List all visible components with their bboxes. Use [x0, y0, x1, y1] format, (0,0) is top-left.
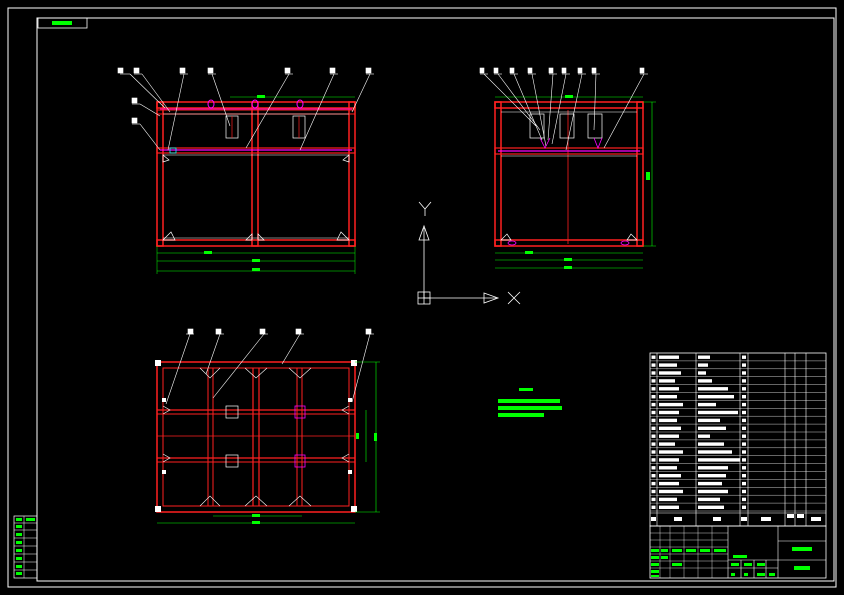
bom-cell-text: [659, 466, 677, 470]
bom-cell-text: [659, 371, 681, 375]
bom-cell-text: [698, 450, 732, 454]
bom-cell-text: [698, 410, 738, 415]
bom-cell-text: [659, 418, 677, 423]
bom-cell-text: [659, 505, 679, 509]
bom-cell-text: [698, 387, 728, 391]
bom-cell-text: [742, 489, 746, 494]
bom-cell-text: [651, 395, 656, 399]
bom-cell-text: [659, 474, 681, 478]
bom-cell-text: [698, 395, 734, 399]
bom-cell-text: [698, 458, 740, 462]
bom-cell-text: [651, 458, 656, 462]
bom-cell-text: [651, 418, 656, 423]
bom-cell-text: [742, 418, 746, 423]
bom-cell-text: [659, 450, 683, 454]
bom-cell-text: [698, 402, 716, 407]
bom-cell-text: [651, 497, 656, 502]
bom-cell-text: [742, 395, 746, 399]
bom-cell-text: [698, 466, 728, 470]
bom-cell-text: [698, 379, 712, 383]
bom-cell-text: [651, 355, 656, 359]
bom-cell-text: [742, 458, 746, 462]
cad-drawing-canvas[interactable]: Y X: [0, 0, 844, 595]
bom-cell-text: [698, 355, 710, 359]
bom-cell-text: [698, 497, 720, 502]
bom-cell-text: [651, 450, 656, 454]
bom-cell-text: [659, 426, 681, 430]
corner-tag: [37, 17, 88, 29]
side-view: [479, 67, 656, 269]
bom-cell-text: [651, 387, 656, 391]
bom-cell-text: [651, 442, 656, 446]
bom-cell-text: [651, 410, 656, 415]
bom-cell-text: [742, 402, 746, 407]
bom-cell-text: [742, 363, 746, 367]
bom-cell-text: [659, 410, 679, 415]
bom-cell-text: [698, 418, 720, 423]
bom-cell-text: [742, 387, 746, 391]
plan-view: [155, 328, 380, 524]
bom-cell-text: [651, 481, 656, 486]
axis-x-label: X: [0, 0, 4, 2]
bom-cell-text: [659, 497, 677, 502]
bom-cell-text: [742, 505, 746, 509]
bom-cell-text: [742, 371, 746, 375]
bom-cell-text: [742, 442, 746, 446]
bom-cell-text: [651, 402, 656, 407]
bom-cell-text: [651, 371, 656, 375]
bom-cell-text: [659, 481, 679, 486]
bom-cell-text: [659, 355, 679, 359]
bom-cell-text: [659, 387, 679, 391]
bom-cell-text: [659, 395, 677, 399]
bom-cell-text: [698, 426, 726, 430]
bom-cell-text: [742, 450, 746, 454]
bom-cell-text: [651, 363, 656, 367]
bom-cell-text: [742, 466, 746, 470]
bom-cell-text: [651, 474, 656, 478]
bom-cell-text: [659, 442, 675, 446]
bom-cell-text: [698, 489, 728, 494]
bom-cell-text: [742, 410, 746, 415]
bom-cell-text: [651, 466, 656, 470]
bom-cell-text: [659, 434, 679, 438]
bom-cell-text: [651, 505, 656, 509]
bom-cell-text: [651, 489, 656, 494]
bom-cell-text: [659, 458, 679, 462]
bom-cell-text: [742, 355, 746, 359]
revision-margin-block: [13, 515, 38, 579]
bom-cell-text: [698, 434, 710, 438]
bom-cell-text: [698, 481, 722, 486]
bom-cell-text: [698, 442, 724, 446]
bom-cell-text: [742, 497, 746, 502]
bom-cell-text: [698, 474, 726, 478]
technical-requirements: [498, 388, 562, 417]
bom-cell-text: [742, 481, 746, 486]
bom-cell-text: [698, 363, 708, 367]
bom-cell-text: [659, 379, 675, 383]
title-block: [649, 525, 827, 579]
bom-cell-text: [659, 363, 677, 367]
bom-cell-text: [742, 379, 746, 383]
bom-cell-text: [742, 434, 746, 438]
bom-cell-text: [651, 434, 656, 438]
bom-cell-text: [659, 489, 683, 494]
bom-cell-text: [651, 379, 656, 383]
bom-cell-text: [651, 426, 656, 430]
parts-list-table: [649, 352, 827, 527]
bom-cell-text: [742, 426, 746, 430]
front-view: [117, 67, 374, 274]
bom-cell-text: [698, 371, 706, 375]
bom-cell-text: [698, 505, 724, 509]
bom-cell-text: [659, 402, 683, 407]
bom-cell-text: [742, 474, 746, 478]
